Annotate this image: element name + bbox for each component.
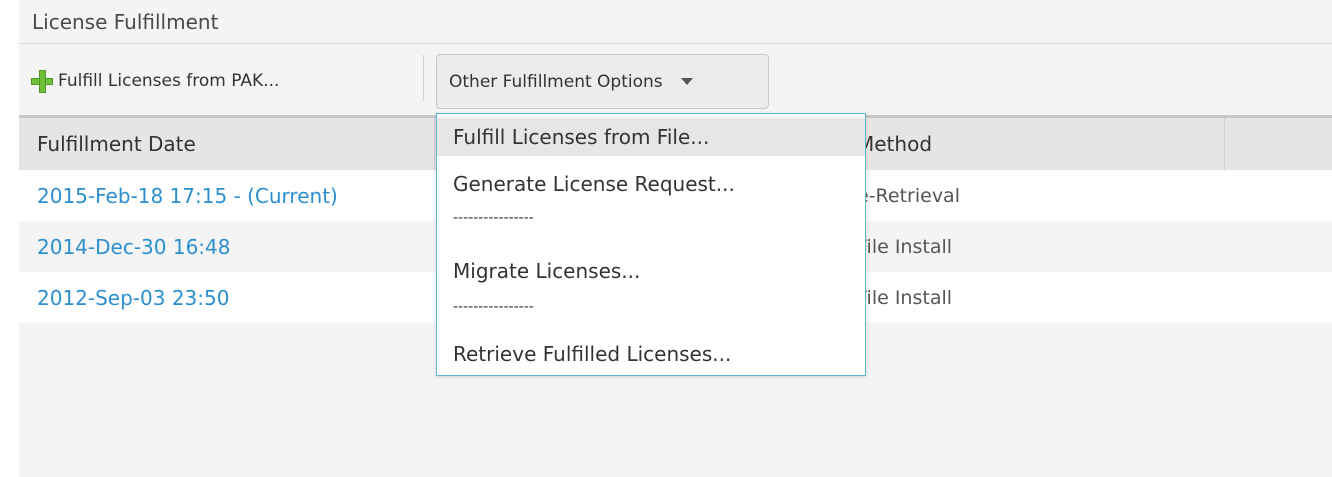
- method-cell: File Install: [857, 286, 953, 309]
- plus-icon: [29, 70, 55, 93]
- fulfill-from-pak-label: Fulfill Licenses from PAK...: [58, 71, 280, 91]
- menu-item-generate-license-request[interactable]: Generate License Request...: [437, 165, 865, 203]
- fulfillment-date-link[interactable]: 2015-Feb-18 17:15 - (Current): [37, 170, 338, 221]
- fulfillment-date-link[interactable]: 2014-Dec-30 16:48: [37, 221, 230, 272]
- other-fulfillment-options-label: Other Fulfillment Options: [449, 71, 663, 92]
- menu-separator: ----------------: [453, 299, 534, 315]
- method-cell: e-Retrieval: [857, 184, 960, 207]
- column-separator: [434, 118, 435, 170]
- menu-item-retrieve-fulfilled-licenses[interactable]: Retrieve Fulfilled Licenses...: [437, 335, 865, 373]
- title-divider: [19, 43, 1332, 44]
- panel-title: License Fulfillment: [32, 10, 219, 34]
- other-fulfillment-options-button[interactable]: Other Fulfillment Options: [436, 54, 769, 109]
- column-separator: [1224, 118, 1225, 170]
- menu-item-fulfill-from-file[interactable]: Fulfill Licenses from File...: [437, 118, 865, 156]
- method-cell: File Install: [857, 235, 953, 258]
- other-fulfillment-options-menu: Fulfill Licenses from File... Generate L…: [436, 113, 866, 376]
- menu-item-migrate-licenses[interactable]: Migrate Licenses...: [437, 252, 865, 290]
- fulfill-from-pak-button[interactable]: Fulfill Licenses from PAK...: [29, 62, 419, 100]
- menu-separator: ----------------: [453, 210, 534, 226]
- fulfillment-date-link[interactable]: 2012-Sep-03 23:50: [37, 272, 229, 323]
- toolbar-separator: [423, 55, 424, 101]
- column-header-fulfillment-date[interactable]: Fulfillment Date: [37, 118, 196, 170]
- caret-down-icon: [680, 78, 693, 85]
- column-header-method[interactable]: Method: [857, 118, 932, 170]
